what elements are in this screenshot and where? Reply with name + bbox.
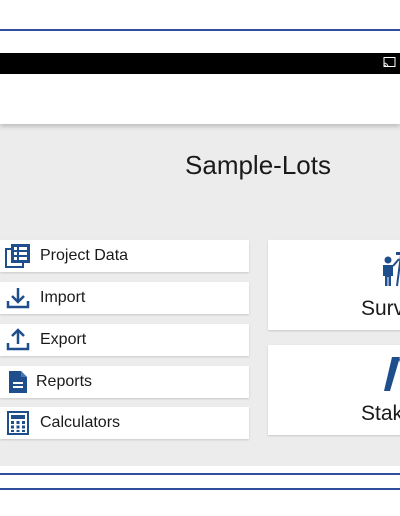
status-bar <box>0 53 400 74</box>
cast-icon <box>383 57 396 68</box>
reports-icon <box>4 368 32 396</box>
menu-item-calculators[interactable]: Calculators <box>0 407 249 439</box>
project-title: Sample-Lots <box>185 150 331 180</box>
export-icon <box>4 326 32 354</box>
menu-item-label: Export <box>40 331 87 348</box>
import-icon <box>4 284 32 312</box>
tile-survey[interactable]: Surv <box>268 240 400 330</box>
menu-item-project-data[interactable]: Project Data <box>0 240 249 272</box>
menu-item-label: Reports <box>36 373 93 390</box>
menu-item-label: Project Data <box>40 247 129 264</box>
surveyor-icon <box>383 252 400 287</box>
menu-item-label: Calculators <box>40 414 121 431</box>
app-bar <box>0 74 400 124</box>
menu-item-import[interactable]: Import <box>0 282 249 314</box>
menu-item-export[interactable]: Export <box>0 324 249 356</box>
tile-stakeout[interactable]: Stak <box>268 345 400 435</box>
menu-item-reports[interactable]: Reports <box>0 366 249 398</box>
calculator-icon <box>4 409 32 437</box>
menu-item-label: Import <box>40 289 86 306</box>
stakeout-icon <box>384 357 400 391</box>
main-content: Sample-Lots Project Data Import Export R… <box>0 124 400 466</box>
tile-label: Surv <box>361 297 400 320</box>
bottom-divider <box>0 488 400 490</box>
project-data-icon <box>4 242 32 270</box>
tile-label: Stak <box>361 402 400 425</box>
